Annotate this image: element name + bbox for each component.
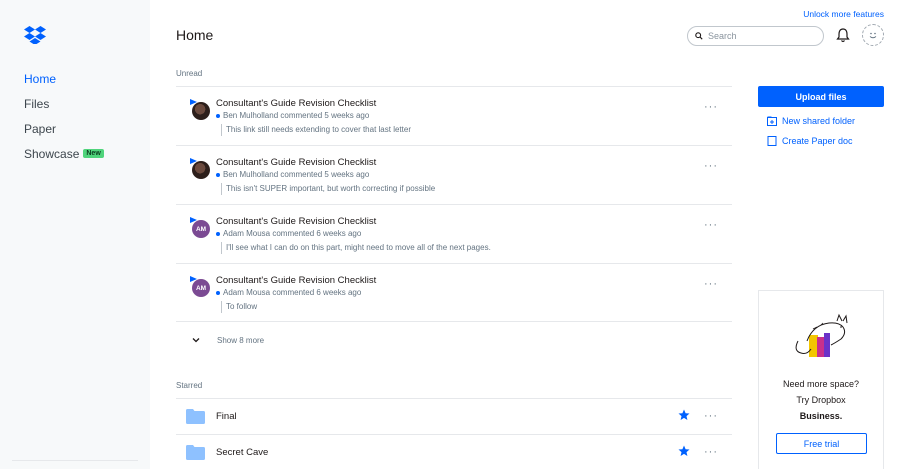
paper-doc-icon [190,217,197,223]
list-item[interactable]: AM Consultant's Guide Revision Checklist… [176,263,732,322]
promo-line-2: Try Dropbox [796,395,846,405]
item-meta: Adam Mousa commented 6 weeks ago [216,229,361,238]
item-name: Final [216,411,237,422]
item-title: Consultant's Guide Revision Checklist [216,216,377,227]
upgrade-promo-card: Need more space? Try Dropbox Business. F… [758,290,884,469]
item-title: Consultant's Guide Revision Checklist [216,157,377,168]
sidebar-item-showcase[interactable]: Showcase New [24,141,104,166]
item-meta-text: Ben Mulholland commented 5 weeks ago [223,170,370,179]
create-paper-doc-link[interactable]: Create Paper doc [767,136,853,146]
more-icon[interactable]: ··· [704,219,718,231]
item-meta-text: Ben Mulholland commented 5 weeks ago [223,111,370,120]
paper-doc-icon [767,136,777,146]
show-more-label: Show 8 more [217,335,265,345]
item-title: Consultant's Guide Revision Checklist [216,98,377,109]
item-comment: This link still needs extending to cover… [221,124,411,136]
sidebar-divider [12,460,138,461]
promo-line-1: Need more space? [782,379,860,389]
sidebar-item-label: Paper [24,121,57,136]
item-title: Consultant's Guide Revision Checklist [216,275,377,286]
item-meta: Ben Mulholland commented 5 weeks ago [216,111,369,120]
search-icon [695,32,703,40]
more-icon[interactable]: ··· [704,160,718,172]
starred-item[interactable]: Secret Cave ··· [176,434,732,469]
promo-line-3: Business. [799,411,843,421]
sidebar-nav: Home Files Paper Showcase New [24,66,104,166]
item-comment: I'll see what I can do on this part, mig… [221,242,491,254]
sidebar-item-label: Showcase [24,146,80,161]
search-input[interactable] [708,31,818,41]
bell-icon[interactable] [836,27,850,43]
new-shared-folder-icon [767,116,777,126]
unread-dot [216,290,220,295]
sidebar-item-paper[interactable]: Paper [24,116,104,141]
list-item[interactable]: Consultant's Guide Revision Checklist Be… [176,86,732,145]
paper-doc-icon [190,276,197,282]
list-item[interactable]: AM Consultant's Guide Revision Checklist… [176,204,732,263]
item-meta-text: Adam Mousa commented 6 weeks ago [223,229,362,238]
paper-doc-icon [190,158,197,164]
create-paper-doc-label: Create Paper doc [782,136,853,146]
free-trial-button[interactable]: Free trial [776,433,867,454]
item-meta: Ben Mulholland commented 5 weeks ago [216,170,369,179]
item-comment: To follow [221,301,257,313]
sidebar-item-files[interactable]: Files [24,91,104,116]
show-more-button[interactable]: Show 8 more [176,321,732,358]
unlock-features-link[interactable]: Unlock more features [803,9,884,19]
paper-doc-icon [190,99,197,105]
more-icon[interactable]: ··· [704,101,718,113]
upload-files-button[interactable]: Upload files [758,86,884,107]
unread-dot [216,231,220,236]
sidebar: Home Files Paper Showcase New [0,0,150,469]
starred-item[interactable]: Final ··· [176,398,732,434]
more-icon[interactable]: ··· [704,410,718,422]
cat-box-illustration [795,313,848,357]
item-comment: This isn't SUPER important, but worth co… [221,183,435,195]
item-name: Secret Cave [216,447,269,458]
unread-dot [216,113,220,118]
item-meta: Adam Mousa commented 6 weeks ago [216,288,361,297]
chevron-down-icon [192,338,200,343]
more-icon[interactable]: ··· [704,278,718,290]
item-meta-text: Adam Mousa commented 6 weeks ago [223,288,362,297]
folder-icon [186,445,205,460]
unread-dot [216,172,220,177]
dropbox-logo-icon[interactable] [24,26,46,44]
star-icon[interactable] [678,445,690,457]
sidebar-item-label: Home [24,71,57,86]
starred-list: Final ··· Secret Cave ··· [176,398,732,469]
starred-section-label: Starred [176,381,203,390]
sidebar-item-home[interactable]: Home [24,66,104,91]
more-icon[interactable]: ··· [704,446,718,458]
folder-icon [186,409,205,424]
list-item[interactable]: Consultant's Guide Revision Checklist Be… [176,145,732,204]
new-shared-folder-label: New shared folder [782,116,856,126]
page-title: Home [176,27,214,43]
new-shared-folder-link[interactable]: New shared folder [767,116,855,126]
unread-section-label: Unread [176,69,203,78]
search-box[interactable] [687,26,824,46]
smiley-icon [869,32,877,39]
new-badge: New [83,149,104,158]
sidebar-item-label: Files [24,96,50,111]
unread-list: Consultant's Guide Revision Checklist Be… [176,86,732,322]
account-avatar[interactable] [862,24,884,46]
star-icon[interactable] [678,409,690,421]
